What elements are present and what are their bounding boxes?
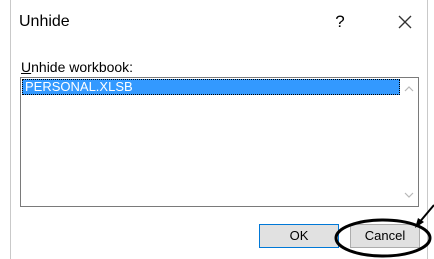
cancel-button[interactable]: Cancel	[350, 224, 420, 248]
unhide-dialog: Unhide ? Unhide workbook: PERSONAL.XLSB …	[0, 0, 428, 259]
chevron-up-icon	[404, 86, 414, 92]
ok-button[interactable]: OK	[259, 224, 339, 248]
close-button[interactable]	[392, 9, 418, 35]
dialog-left-border	[10, 0, 11, 259]
vertical-scrollbar[interactable]	[400, 78, 418, 206]
scroll-up-button[interactable]	[400, 80, 418, 98]
help-button[interactable]: ?	[328, 9, 352, 35]
label-accelerator: U	[21, 59, 32, 75]
chevron-down-icon	[404, 192, 414, 198]
unhide-workbook-label: Unhide workbook:	[21, 59, 133, 75]
workbook-listbox[interactable]: PERSONAL.XLSB	[20, 77, 419, 207]
dialog-right-border	[427, 0, 428, 259]
scroll-down-button[interactable]	[400, 186, 418, 204]
dialog-title: Unhide	[19, 13, 70, 30]
close-icon	[398, 15, 412, 29]
label-text: nhide workbook:	[31, 59, 134, 75]
list-item-personal-xlsb[interactable]: PERSONAL.XLSB	[22, 79, 400, 95]
